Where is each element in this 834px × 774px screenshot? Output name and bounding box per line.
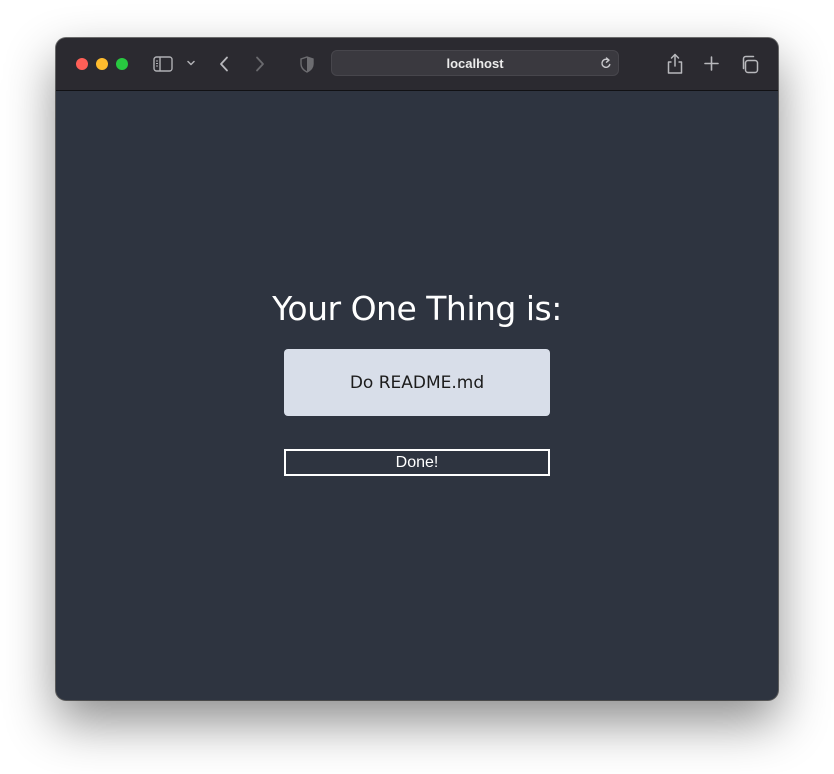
page-content: Your One Thing is: Do README.md Done! xyxy=(56,91,778,700)
url-text: localhost xyxy=(446,56,504,71)
reload-icon[interactable] xyxy=(600,57,612,75)
close-window-button[interactable] xyxy=(76,58,88,70)
one-thing-card: Do README.md xyxy=(284,349,550,416)
browser-window: localhost Your One Thing is: Do README.m… xyxy=(56,38,778,700)
forward-icon[interactable] xyxy=(253,54,267,74)
sidebar-icon[interactable] xyxy=(152,54,174,74)
shield-icon[interactable] xyxy=(299,54,315,74)
tabs-icon[interactable] xyxy=(739,54,759,74)
plus-icon[interactable] xyxy=(703,55,719,71)
browser-toolbar: localhost xyxy=(56,38,778,91)
share-icon[interactable] xyxy=(666,51,684,75)
address-bar[interactable]: localhost xyxy=(331,50,619,76)
chevron-down-icon[interactable] xyxy=(186,58,196,68)
minimize-window-button[interactable] xyxy=(96,58,108,70)
maximize-window-button[interactable] xyxy=(116,58,128,70)
back-icon[interactable] xyxy=(217,54,231,74)
page-heading: Your One Thing is: xyxy=(272,289,562,328)
done-button[interactable]: Done! xyxy=(284,449,550,476)
one-thing-text: Do README.md xyxy=(349,372,485,393)
